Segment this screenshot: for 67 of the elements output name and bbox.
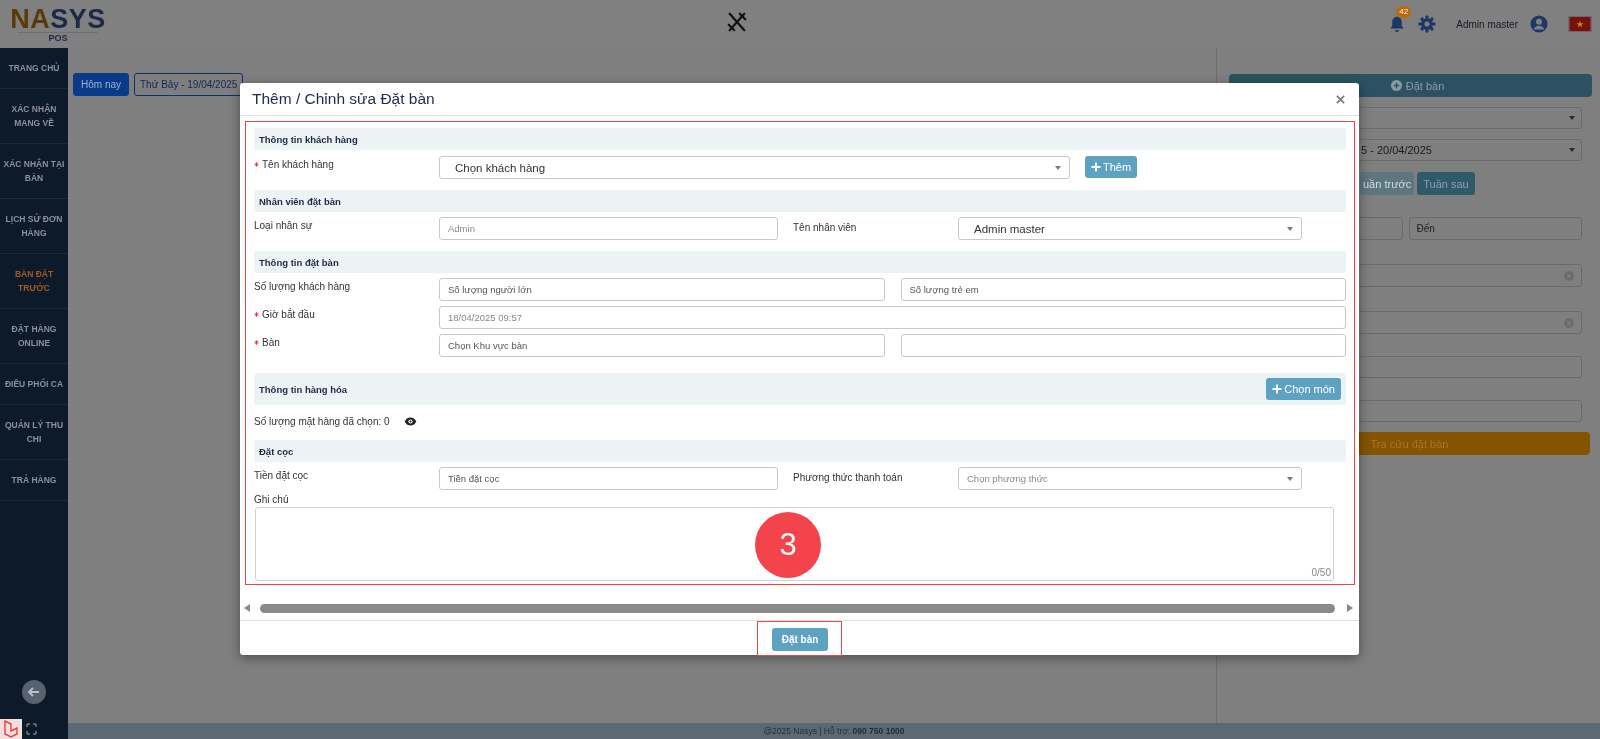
field-label: Giờ bắt đầu <box>262 309 315 320</box>
required-icon <box>254 312 259 317</box>
date-button[interactable]: Hôm nay <box>73 73 129 96</box>
sidebar-item[interactable]: LỊCH SỬ ĐƠN HÀNG <box>0 199 68 254</box>
cutlery-icon <box>726 11 748 33</box>
field-label: Số lượng khách hàng <box>254 281 351 292</box>
sidebar-item[interactable]: ĐẶT HÀNG ONLINE <box>0 309 68 364</box>
user-name[interactable]: Admin master <box>1456 18 1518 30</box>
required-icon <box>254 162 259 167</box>
to-field[interactable]: Đến <box>1408 217 1582 240</box>
item-count: Số lượng mặt hàng đã chọn: 0 <box>254 415 390 427</box>
add-customer-button[interactable]: Thêm <box>1085 156 1138 178</box>
user-avatar-icon[interactable] <box>1530 15 1548 33</box>
plus-icon <box>1272 384 1283 394</box>
input-field[interactable]: Số lượng trẻ em <box>900 278 1346 301</box>
field-label: Phương thức thanh toán <box>792 471 904 483</box>
caret-icon <box>1287 476 1293 481</box>
field-label: Tiền đặt cọc <box>254 470 309 481</box>
choose-items-button[interactable]: Chọn món <box>1266 378 1341 400</box>
section-title: Thông tin đặt bàn <box>259 256 339 268</box>
scroll-left-icon[interactable] <box>244 604 250 612</box>
select-field[interactable]: Admin master <box>958 217 1302 240</box>
plus-circle-icon <box>1390 80 1402 91</box>
scroll-right-icon[interactable] <box>1347 604 1353 612</box>
caret-icon <box>1569 148 1575 152</box>
field-label: Tên khách hàng <box>262 159 334 170</box>
sidebar-item[interactable]: XÁC NHẬN MANG VỀ <box>0 89 68 144</box>
section-title: Nhân viên đặt bàn <box>259 195 341 207</box>
caret-icon <box>1569 116 1575 120</box>
sidebar-item[interactable]: TRANG CHỦ <box>0 48 68 89</box>
week-button[interactable]: Tuần sau <box>1417 172 1475 195</box>
field-label: Ghi chú <box>254 494 289 505</box>
input-field[interactable] <box>900 334 1346 357</box>
flag-icon[interactable] <box>1568 16 1592 32</box>
field-label: Loại nhân sự <box>254 220 313 231</box>
caret-icon <box>1287 226 1293 231</box>
sidebar-item[interactable]: ĐIỀU PHỐI CA <box>0 364 68 405</box>
logo-wordmark: NASYS <box>10 5 106 32</box>
section-title: Thông tin hàng hóa <box>259 383 348 395</box>
scrollbar-thumb[interactable] <box>260 603 1335 613</box>
input-field[interactable]: Số lượng người lớn <box>439 278 885 301</box>
notification-badge: 42 <box>1396 5 1412 18</box>
plus-icon <box>1091 162 1101 172</box>
sidebar-item[interactable]: XÁC NHẬN TẠI BÀN <box>0 144 68 199</box>
settings-icon[interactable] <box>1418 15 1437 33</box>
caret-icon <box>1055 165 1061 170</box>
sidebar-item[interactable]: QUẢN LÝ THU CHI <box>0 405 68 460</box>
input-field[interactable]: Chọn Khu vực bàn <box>439 334 885 357</box>
dialog-title: Thêm / Chỉnh sửa Đặt bàn <box>252 90 435 108</box>
select-field[interactable]: Chọn phương thức <box>958 467 1302 490</box>
character-counter: 0/50 <box>1311 567 1331 578</box>
input-field[interactable]: Tiền đặt cọc <box>439 467 778 490</box>
close-icon[interactable] <box>1336 94 1345 104</box>
book-table-button[interactable]: Đặt bàn <box>771 627 829 651</box>
logo-subtitle: POS <box>18 31 98 43</box>
field-label: Tên nhân viên <box>792 221 858 233</box>
select-field[interactable]: Chọn khách hàng <box>439 156 1070 179</box>
eye-icon[interactable] <box>403 416 417 426</box>
section-title: Đặt cọc <box>259 445 294 457</box>
bell-icon[interactable] <box>1388 14 1407 34</box>
sidebar-item[interactable]: TRẢ HÀNG <box>0 460 68 501</box>
required-icon <box>254 340 259 345</box>
field-label: Bàn <box>262 337 280 348</box>
section-title: Thông tin khách hàng <box>259 133 358 145</box>
sidebar-item[interactable]: BÀN ĐẶT TRƯỚC <box>0 254 68 309</box>
debug-toolbar-icon[interactable] <box>0 719 40 739</box>
notes-field[interactable] <box>255 507 1334 581</box>
